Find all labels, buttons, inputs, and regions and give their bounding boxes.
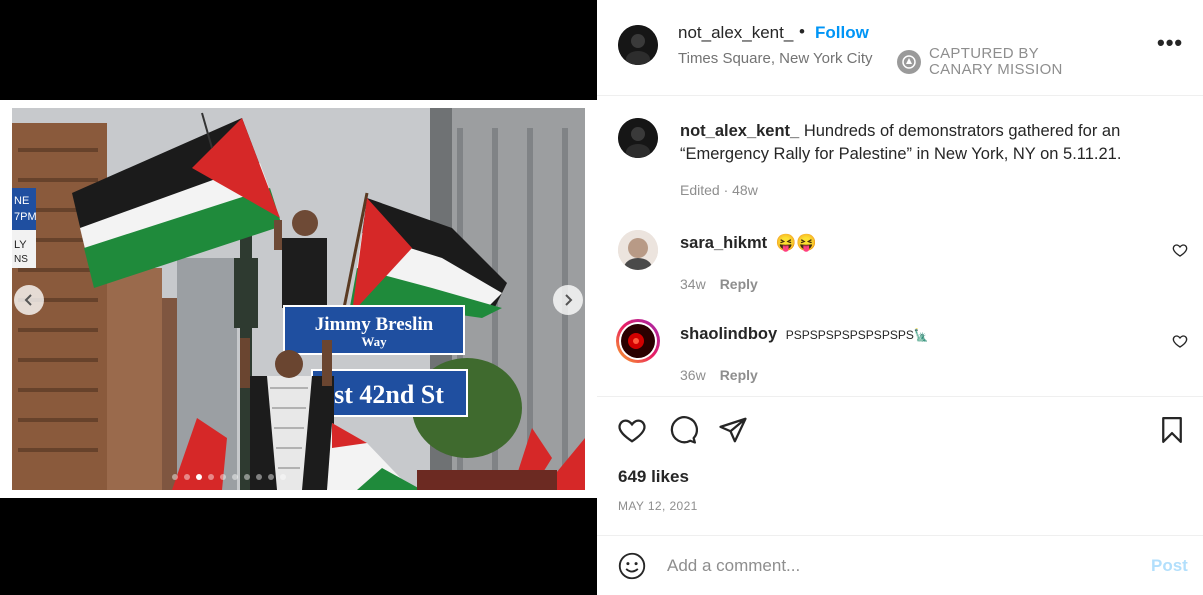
photo-frame: NE 7PM LY NS Jimmy Breslin Way st 42nd S… (0, 100, 597, 498)
heart-icon (1172, 335, 1188, 348)
emoji-icon (618, 552, 646, 580)
street-sign-jimmy-breslin: Jimmy Breslin Way (283, 305, 465, 355)
caption-meta: Edited · 48w (680, 182, 758, 198)
carousel-dot (219, 474, 226, 480)
carousel-prev-button[interactable] (14, 285, 44, 315)
media-area: NE 7PM LY NS Jimmy Breslin Way st 42nd S… (0, 0, 597, 595)
carousel-dot (267, 474, 274, 480)
avatar-image (619, 322, 657, 360)
post-location[interactable]: Times Square, New York City (678, 50, 873, 67)
heart-icon (618, 419, 646, 443)
comment-username[interactable]: sara_hikmt (680, 234, 767, 252)
comment-meta: 36w Reply (680, 367, 758, 383)
watermark: CAPTURED BY CANARY MISSION (897, 46, 1063, 78)
post-actions: 649 likes MAY 12, 2021 Post (597, 396, 1203, 595)
heart-icon (1172, 244, 1188, 257)
caption-text: not_alex_kent_ Hundreds of demonstrators… (680, 120, 1160, 166)
comment-text: PSPSPSPSPSPSPSPS🗽 (785, 328, 929, 342)
carousel-dot (171, 474, 178, 480)
sign-42nd: st 42nd St (334, 380, 444, 409)
carousel-dot (279, 474, 286, 480)
watermark-line-1: CAPTURED BY (929, 45, 1039, 62)
comment-like-button[interactable] (1172, 333, 1188, 354)
post-photo: NE 7PM LY NS Jimmy Breslin Way st 42nd S… (12, 108, 585, 490)
carousel-dot (231, 474, 238, 480)
sign-line-1: Jimmy Breslin (315, 314, 434, 335)
more-options-icon[interactable]: ••• (1157, 30, 1183, 56)
watermark-line-2: CANARY MISSION (929, 61, 1063, 78)
rally-photo-illustration: NE 7PM LY NS Jimmy Breslin Way st 42nd S… (12, 108, 585, 490)
comment-line: shaolindboy PSPSPSPSPSPSPSPS🗽 (680, 325, 929, 344)
avatar-image (618, 230, 658, 270)
share-button[interactable] (718, 415, 748, 450)
comment-time: 36w (680, 367, 706, 383)
sign-line-2: Way (361, 334, 387, 349)
carousel-dot (195, 474, 202, 480)
author-handle[interactable]: not_alex_kent_ (678, 23, 793, 43)
street-sign-42nd-st: st 42nd St (311, 369, 468, 417)
commenter-avatar[interactable] (618, 230, 658, 270)
comment-time: 34w (680, 276, 706, 292)
save-button[interactable] (1157, 415, 1187, 450)
comment-icon (670, 416, 698, 444)
left-sign-text-c: LY (14, 239, 27, 251)
left-sign-text-d: NS (14, 254, 28, 265)
left-sign-text-b: 7PM (14, 211, 37, 223)
post-date: MAY 12, 2021 (618, 499, 698, 513)
follow-button[interactable]: Follow (815, 23, 869, 43)
bookmark-icon (1162, 417, 1182, 443)
carousel-next-button[interactable] (553, 285, 583, 315)
like-button[interactable] (617, 415, 647, 450)
reply-button[interactable]: Reply (720, 367, 758, 383)
likes-count[interactable]: 649 likes (618, 467, 689, 487)
comment-input[interactable] (667, 552, 1107, 580)
add-comment-bar: Post (597, 535, 1203, 595)
comment-line: sara_hikmt 😝😝 (680, 234, 817, 253)
commenter-avatar[interactable] (616, 319, 660, 363)
send-icon (719, 417, 747, 443)
canary-seal-icon (897, 50, 921, 74)
carousel-dot (243, 474, 250, 480)
carousel-dots (12, 474, 585, 480)
emoji-button[interactable] (618, 552, 646, 585)
comment-button[interactable] (668, 415, 698, 450)
chevron-left-icon (24, 294, 32, 306)
comment-meta: 34w Reply (680, 276, 758, 292)
left-sign-text-a: NE (14, 195, 29, 207)
post-header: not_alex_kent_ • Follow Times Square, Ne… (597, 0, 1203, 96)
header-separator: • (799, 22, 805, 41)
author-avatar[interactable] (618, 25, 658, 65)
post-side-panel: not_alex_kent_ • Follow Times Square, Ne… (597, 0, 1203, 595)
avatar-image (618, 118, 658, 158)
caption-username[interactable]: not_alex_kent_ (680, 122, 799, 140)
reply-button[interactable]: Reply (720, 276, 758, 292)
caption-avatar[interactable] (618, 118, 658, 158)
carousel-dot (207, 474, 214, 480)
watermark-text: CAPTURED BY CANARY MISSION (929, 46, 1063, 78)
comment-like-button[interactable] (1172, 242, 1188, 263)
instagram-post-viewer: NE 7PM LY NS Jimmy Breslin Way st 42nd S… (0, 0, 1203, 595)
avatar-image (618, 25, 658, 65)
comment-username[interactable]: shaolindboy (680, 325, 777, 343)
carousel-dot (183, 474, 190, 480)
chevron-right-icon (565, 294, 573, 306)
post-comment-button[interactable]: Post (1151, 556, 1188, 576)
carousel-dot (255, 474, 262, 480)
comment-text: 😝😝 (775, 234, 817, 252)
